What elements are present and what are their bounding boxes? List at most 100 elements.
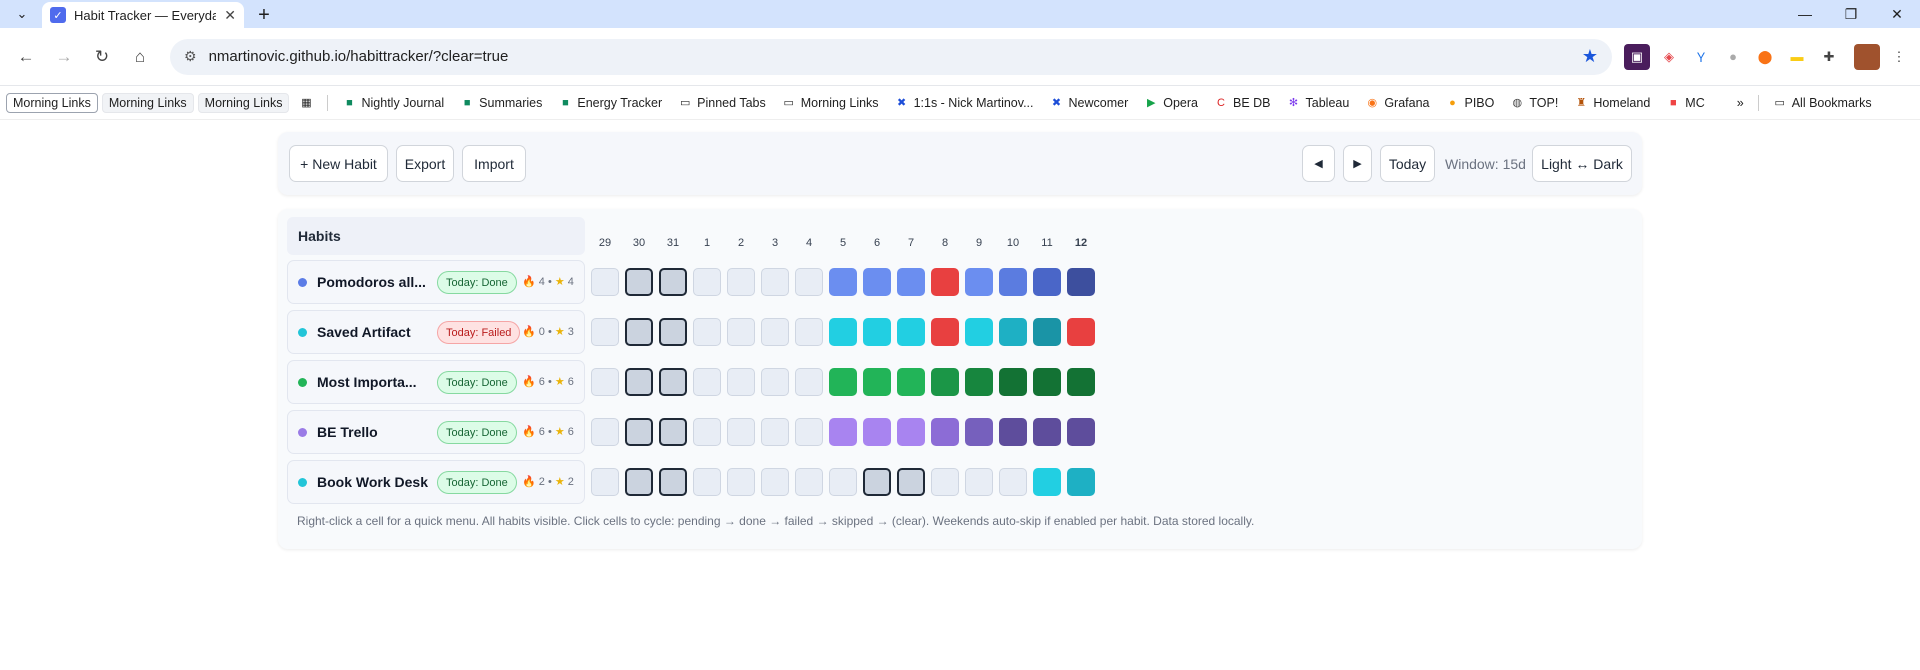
bookmark-item[interactable]: ■ Energy Tracker xyxy=(552,93,668,113)
habit-name[interactable]: Most Importa... xyxy=(317,374,417,390)
habit-day-cell[interactable] xyxy=(693,368,721,396)
notes-icon[interactable]: ▬ xyxy=(1784,44,1810,70)
habit-day-cell[interactable] xyxy=(761,468,789,496)
bookmark-item[interactable]: ▶ Opera xyxy=(1138,93,1204,113)
habit-day-cell[interactable] xyxy=(795,268,823,296)
habit-day-cell[interactable] xyxy=(897,268,925,296)
habit-day-cell[interactable] xyxy=(931,368,959,396)
habit-day-cell[interactable] xyxy=(591,368,619,396)
bookmark-item[interactable]: ● PIBO xyxy=(1439,93,1500,113)
bookmark-item[interactable]: ■ Summaries xyxy=(454,93,548,113)
habit-row[interactable]: Saved Artifact Today: Failed 🔥 0 • ★ 3 xyxy=(287,310,585,354)
habit-day-cell[interactable] xyxy=(999,368,1027,396)
bookmark-item[interactable]: Morning Links xyxy=(197,92,290,113)
bookmark-item[interactable]: C BE DB xyxy=(1208,93,1277,113)
extension-icon[interactable]: ⬤ xyxy=(1752,44,1778,70)
previous-button[interactable]: ◀ xyxy=(1302,145,1335,182)
habit-day-cell[interactable] xyxy=(625,268,653,296)
habit-day-cell[interactable] xyxy=(659,318,687,346)
habit-day-cell[interactable] xyxy=(931,468,959,496)
bookmark-item[interactable]: ◍ TOP! xyxy=(1504,93,1564,113)
bookmark-item[interactable]: ✖ Newcomer xyxy=(1044,93,1135,113)
habit-day-cell[interactable] xyxy=(863,468,891,496)
habit-day-cell[interactable] xyxy=(795,418,823,446)
address-bar[interactable]: ⚙ nmartinovic.github.io/habittracker/?cl… xyxy=(170,38,1612,75)
habit-day-cell[interactable] xyxy=(693,318,721,346)
habit-day-cell[interactable] xyxy=(727,468,755,496)
url-text[interactable]: nmartinovic.github.io/habittracker/?clea… xyxy=(209,48,1570,65)
home-icon[interactable]: ⌂ xyxy=(122,39,158,75)
reload-icon[interactable]: ↻ xyxy=(84,39,120,75)
habit-day-cell[interactable] xyxy=(863,368,891,396)
habit-day-cell[interactable] xyxy=(727,268,755,296)
habit-day-cell[interactable] xyxy=(591,268,619,296)
habit-day-cell[interactable] xyxy=(965,318,993,346)
habit-day-cell[interactable] xyxy=(999,418,1027,446)
habit-row[interactable]: Most Importa... Today: Done 🔥 6 • ★ 6 xyxy=(287,360,585,404)
bookmark-item[interactable]: ◉ Grafana xyxy=(1359,93,1435,113)
bookmark-folder[interactable]: ▭ Pinned Tabs xyxy=(672,93,772,113)
more-bookmarks-icon[interactable]: » xyxy=(1731,93,1750,113)
site-info-icon[interactable]: ⚙ xyxy=(184,48,197,65)
habit-day-cell[interactable] xyxy=(897,318,925,346)
close-tab-icon[interactable]: ✕ xyxy=(224,7,236,24)
habit-day-cell[interactable] xyxy=(931,418,959,446)
habit-day-cell[interactable] xyxy=(931,318,959,346)
restore-icon[interactable]: ❐ xyxy=(1828,0,1874,28)
extension-icon[interactable]: ▣ xyxy=(1624,43,1650,70)
active-tab[interactable]: ✓ Habit Tracker — Everyday-style ✕ xyxy=(42,2,244,28)
export-button[interactable]: Export xyxy=(396,145,454,182)
habit-day-cell[interactable] xyxy=(761,318,789,346)
bookmark-item[interactable]: ■ MC xyxy=(1660,93,1710,113)
next-button[interactable]: ▶ xyxy=(1343,145,1372,182)
habit-day-cell[interactable] xyxy=(829,418,857,446)
back-icon[interactable]: ← xyxy=(8,39,44,75)
habit-day-cell[interactable] xyxy=(1033,368,1061,396)
habit-day-cell[interactable] xyxy=(1067,468,1095,496)
habit-day-cell[interactable] xyxy=(761,368,789,396)
habit-day-cell[interactable] xyxy=(965,268,993,296)
habit-day-cell[interactable] xyxy=(591,418,619,446)
habit-day-cell[interactable] xyxy=(625,418,653,446)
bookmark-folder[interactable]: ▭ Morning Links xyxy=(776,93,885,113)
apps-icon[interactable]: ▦ xyxy=(293,93,319,113)
habit-day-cell[interactable] xyxy=(1033,418,1061,446)
habit-day-cell[interactable] xyxy=(591,318,619,346)
pocket-icon[interactable]: ◈ xyxy=(1656,44,1682,70)
habit-day-cell[interactable] xyxy=(965,468,993,496)
bookmark-item[interactable]: ✖ 1:1s - Nick Martinov... xyxy=(889,93,1040,113)
habit-day-cell[interactable] xyxy=(693,468,721,496)
habit-day-cell[interactable] xyxy=(761,418,789,446)
bookmark-item[interactable]: Morning Links xyxy=(6,92,98,113)
forward-icon[interactable]: → xyxy=(46,39,82,75)
habit-day-cell[interactable] xyxy=(693,418,721,446)
habit-day-cell[interactable] xyxy=(829,468,857,496)
avatar[interactable] xyxy=(1854,43,1880,70)
habit-day-cell[interactable] xyxy=(1067,418,1095,446)
habit-day-cell[interactable] xyxy=(1033,318,1061,346)
habit-day-cell[interactable] xyxy=(897,368,925,396)
habit-day-cell[interactable] xyxy=(1067,368,1095,396)
habit-day-cell[interactable] xyxy=(965,418,993,446)
habit-day-cell[interactable] xyxy=(625,318,653,346)
import-button[interactable]: Import xyxy=(462,145,526,182)
habit-day-cell[interactable] xyxy=(727,318,755,346)
today-button[interactable]: Today xyxy=(1380,145,1435,182)
bookmark-item[interactable]: Morning Links xyxy=(101,92,194,113)
habit-day-cell[interactable] xyxy=(795,368,823,396)
all-bookmarks-folder[interactable]: ▭ All Bookmarks xyxy=(1767,93,1878,113)
habit-day-cell[interactable] xyxy=(829,318,857,346)
habit-day-cell[interactable] xyxy=(863,418,891,446)
habit-row[interactable]: Book Work Desk Today: Done 🔥 2 • ★ 2 xyxy=(287,460,585,504)
habit-day-cell[interactable] xyxy=(795,318,823,346)
close-window-icon[interactable]: ✕ xyxy=(1874,0,1920,28)
bookmark-item[interactable]: ■ Nightly Journal xyxy=(336,93,450,113)
habit-day-cell[interactable] xyxy=(659,368,687,396)
habit-day-cell[interactable] xyxy=(1033,268,1061,296)
habit-day-cell[interactable] xyxy=(625,468,653,496)
habit-day-cell[interactable] xyxy=(897,418,925,446)
habit-day-cell[interactable] xyxy=(863,318,891,346)
habit-day-cell[interactable] xyxy=(727,368,755,396)
extension-icon[interactable]: Ｙ xyxy=(1688,44,1714,70)
habit-day-cell[interactable] xyxy=(897,468,925,496)
